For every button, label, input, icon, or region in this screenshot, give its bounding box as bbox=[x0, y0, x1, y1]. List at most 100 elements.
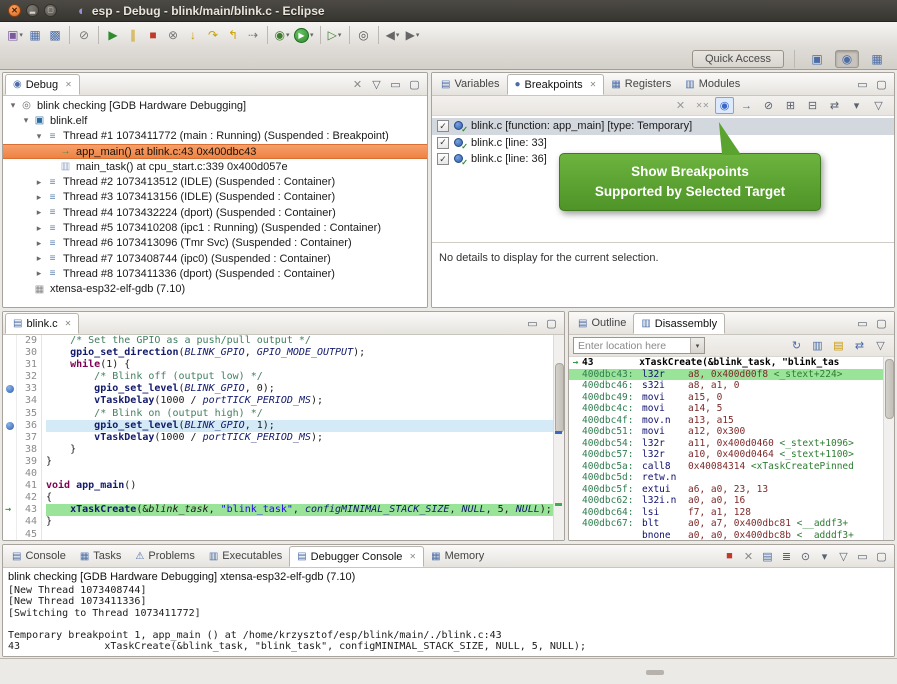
minimize-icon[interactable]: ▭ bbox=[854, 548, 871, 565]
run-button[interactable]: ▶▾ bbox=[292, 25, 316, 45]
maximize-icon[interactable]: ▢ bbox=[406, 76, 423, 93]
disassembly-scrollbar[interactable] bbox=[883, 357, 894, 540]
code-line[interactable]: /* Set the GPIO as a push/pull output */ bbox=[46, 335, 564, 347]
c-cpp-perspective-button[interactable]: ▦ bbox=[865, 50, 889, 68]
ruler-line[interactable] bbox=[3, 492, 16, 504]
code-line[interactable]: while(1) { bbox=[46, 359, 564, 371]
show-source-icon[interactable]: ▤ bbox=[829, 337, 848, 354]
view-menu-icon[interactable]: ▽ bbox=[869, 97, 888, 114]
ruler-line[interactable] bbox=[3, 480, 16, 492]
editor-body[interactable]: → 2930313233343536373839404142434445 /* … bbox=[3, 335, 564, 540]
dropdown-arrow-icon[interactable]: ▾ bbox=[338, 31, 342, 39]
disassembly-line[interactable]: 400dbc5a:call80x40084314 <xTaskCreatePin… bbox=[569, 461, 894, 473]
tab-problems[interactable]: ⚠Problems bbox=[128, 545, 201, 567]
debug-button[interactable]: ◉▾ bbox=[272, 25, 292, 45]
go-to-file-icon[interactable]: → bbox=[737, 97, 756, 114]
disassembly-line[interactable]: 400dbc43:l32ra8, 0x400d00f8 <_stext+224> bbox=[569, 369, 894, 381]
maximize-icon[interactable]: ▢ bbox=[543, 315, 560, 332]
debug-tree-row[interactable]: ▾◎blink checking [GDB Hardware Debugging… bbox=[3, 98, 427, 113]
debug-tree-row[interactable]: ▸≡Thread #6 1073413096 (Tmr Svc) (Suspen… bbox=[3, 236, 427, 251]
debug-tree-row[interactable]: ▥main_task() at cpu_start.c:339 0x400d05… bbox=[3, 159, 427, 174]
view-menu-icon[interactable]: ▽ bbox=[368, 76, 385, 93]
disassembly-line[interactable]: 400dbc4c:movia14, 5 bbox=[569, 403, 894, 415]
suspend-button[interactable]: ∥ bbox=[123, 25, 143, 45]
code-line[interactable]: } bbox=[46, 516, 564, 528]
ruler-line[interactable] bbox=[3, 408, 16, 420]
step-return-button[interactable]: ↰ bbox=[223, 25, 243, 45]
tab-variables[interactable]: ▤Variables bbox=[434, 73, 507, 95]
disconnect-button[interactable]: ⊗ bbox=[163, 25, 183, 45]
ruler-line[interactable] bbox=[3, 359, 16, 371]
dropdown-arrow-icon[interactable]: ▾ bbox=[286, 31, 290, 39]
tree-expand-icon[interactable]: ▸ bbox=[33, 238, 45, 249]
skip-all-breakpoints-button[interactable]: ⊘ bbox=[74, 25, 94, 45]
display-selected-console-icon[interactable]: ▾ bbox=[816, 548, 833, 565]
disassembly-line[interactable]: →43 xTaskCreate(&blink_task, "blink_tas bbox=[569, 357, 894, 369]
clear-console-icon[interactable]: ▤ bbox=[759, 548, 776, 565]
ruler-line[interactable] bbox=[3, 468, 16, 480]
new-wizard-button[interactable]: ▣▾ bbox=[5, 25, 25, 45]
ruler-line[interactable] bbox=[3, 335, 16, 347]
tab-registers[interactable]: ▦Registers bbox=[604, 73, 678, 95]
breakpoint-row[interactable]: ✓✓blink.c [line: 33] bbox=[432, 135, 894, 152]
code-line[interactable]: gpio_set_level(BLINK_GPIO, 1); bbox=[46, 420, 564, 432]
maximize-icon[interactable]: ▢ bbox=[873, 76, 890, 93]
disassembly-line[interactable]: bnonea0, a0, 0x400dbc8b <__adddf3+ bbox=[569, 530, 894, 541]
tab-executables[interactable]: ▥Executables bbox=[202, 545, 289, 567]
remove-launch-icon[interactable]: ✕ bbox=[740, 548, 757, 565]
minimize-icon[interactable]: ▭ bbox=[854, 76, 871, 93]
debug-tree-row[interactable]: ▾▣blink.elf bbox=[3, 113, 427, 128]
maximize-icon[interactable]: ▢ bbox=[873, 315, 890, 332]
ruler-line[interactable] bbox=[3, 347, 16, 359]
terminate-button[interactable]: ■ bbox=[143, 25, 163, 45]
window-close-button[interactable]: ✕ bbox=[8, 4, 21, 17]
disassembly-line[interactable]: 400dbc5d:retw.n bbox=[569, 472, 894, 484]
ruler-line[interactable] bbox=[3, 371, 16, 383]
dropdown-arrow-icon[interactable]: ▾ bbox=[396, 31, 400, 39]
link-with-debug-view-icon[interactable]: ⇄ bbox=[825, 97, 844, 114]
ruler-line[interactable] bbox=[3, 456, 16, 468]
ruler-line[interactable] bbox=[3, 395, 16, 407]
tab-disassembly[interactable]: ▥Disassembly bbox=[633, 313, 725, 334]
debug-tree-row[interactable]: ▸≡Thread #4 1073432224 (dport) (Suspende… bbox=[3, 205, 427, 220]
sync-with-active-frame-icon[interactable]: ⇄ bbox=[850, 337, 869, 354]
tab-modules[interactable]: ▥Modules bbox=[678, 73, 747, 95]
skip-all-breakpoints-icon[interactable]: ⊘ bbox=[759, 97, 778, 114]
tab-memory[interactable]: ▦Memory bbox=[424, 545, 491, 567]
open-perspective-button[interactable]: ▣ bbox=[805, 50, 829, 68]
save-all-button[interactable]: ▩ bbox=[45, 25, 65, 45]
search-button[interactable]: ◎ bbox=[354, 25, 374, 45]
breakpoint-marker-icon[interactable] bbox=[6, 422, 14, 430]
tab-outline[interactable]: ▤Outline bbox=[571, 312, 633, 334]
code-line[interactable]: void app_main() bbox=[46, 480, 564, 492]
view-menu-icon[interactable]: ▽ bbox=[871, 337, 890, 354]
tree-expand-icon[interactable]: ▸ bbox=[33, 207, 45, 218]
breakpoint-marker-icon[interactable] bbox=[6, 385, 14, 393]
disassembly-line[interactable]: 400dbc54:l32ra11, 0x400d0460 <_stext+109… bbox=[569, 438, 894, 450]
disassembly-body[interactable]: →43 xTaskCreate(&blink_task, "blink_tas4… bbox=[569, 357, 894, 540]
tree-expand-icon[interactable]: ▸ bbox=[33, 177, 45, 188]
code-line[interactable] bbox=[46, 529, 564, 541]
breakpoint-checkbox[interactable]: ✓ bbox=[437, 120, 449, 132]
disassembly-scrollbar-thumb[interactable] bbox=[885, 359, 894, 419]
code-line[interactable]: /* Blink off (output low) */ bbox=[46, 371, 564, 383]
code-line[interactable]: vTaskDelay(1000 / portTICK_PERIOD_MS); bbox=[46, 432, 564, 444]
scrollbar-thumb[interactable] bbox=[646, 670, 664, 675]
debug-tree-row[interactable]: ▾≡Thread #1 1073411772 (main : Running) … bbox=[3, 129, 427, 144]
ruler-line[interactable] bbox=[3, 383, 16, 395]
external-tools-button[interactable]: ▷▾ bbox=[325, 25, 345, 45]
pin-console-icon[interactable]: ⊙ bbox=[797, 548, 814, 565]
code-line[interactable]: } bbox=[46, 456, 564, 468]
breakpoint-row[interactable]: ✓✓blink.c [function: app_main] [type: Te… bbox=[432, 118, 894, 135]
scroll-lock-icon[interactable]: ≣ bbox=[778, 548, 795, 565]
minimize-icon[interactable]: ▭ bbox=[854, 315, 871, 332]
collapse-all-icon[interactable]: ⊟ bbox=[803, 97, 822, 114]
step-over-button[interactable]: ↷ bbox=[203, 25, 223, 45]
terminate-icon[interactable]: ■ bbox=[721, 548, 738, 565]
tree-expand-icon[interactable]: ▸ bbox=[33, 223, 45, 234]
minimize-icon[interactable]: ▭ bbox=[524, 315, 541, 332]
ruler-line[interactable] bbox=[3, 432, 16, 444]
breakpoint-checkbox[interactable]: ✓ bbox=[437, 137, 449, 149]
tree-expand-icon[interactable]: ▾ bbox=[7, 100, 19, 111]
debug-tree-row[interactable]: ▸≡Thread #7 1073408744 (ipc0) (Suspended… bbox=[3, 251, 427, 266]
